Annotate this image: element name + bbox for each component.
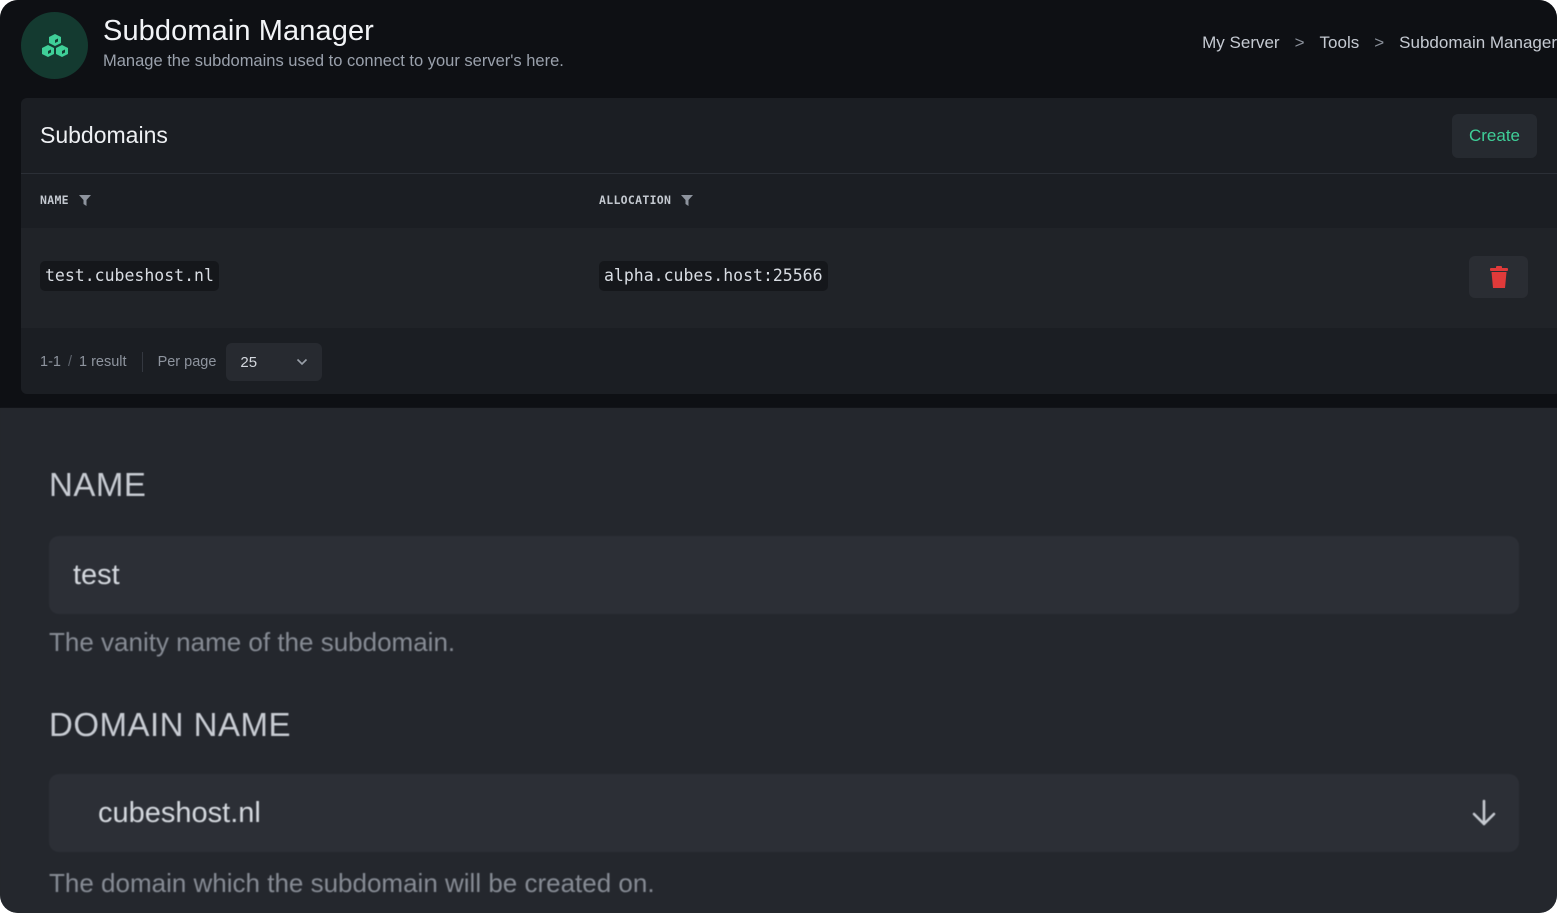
breadcrumb-subdomain-manager: Subdomain Manager [1399,33,1557,52]
app-window: Subdomain Manager Manage the subdomains … [0,0,1557,913]
pagination-total: 1 result [79,354,127,370]
per-page-label: Per page [157,354,217,370]
domain-name-label: DOMAIN NAME [49,706,292,743]
column-header-label: NAME [40,193,69,207]
panel-title: Subdomains [40,122,168,148]
name-label: NAME [49,466,147,503]
domain-select-value: cubeshost.nl [98,796,261,829]
column-header-label: ALLOCATION [599,193,672,207]
breadcrumb-separator: > [1294,33,1305,52]
filter-icon[interactable] [681,194,694,206]
page-subtitle: Manage the subdomains used to connect to… [103,52,564,70]
cubes-icon [21,12,88,79]
delete-button[interactable] [1469,256,1528,298]
filter-icon[interactable] [78,194,91,206]
pagination-range: 1-1 [40,354,61,370]
page-title: Subdomain Manager [103,15,374,47]
pagination-slash: / [67,354,72,370]
top-section: Subdomain Manager Manage the subdomains … [0,0,1557,408]
breadcrumb-tools[interactable]: Tools [1320,33,1360,53]
subdomain-name: test.cubeshost.nl [40,261,219,291]
chevron-down-icon [297,358,308,366]
name-help-text: The vanity name of the subdomain. [49,627,456,657]
domain-help-text: The domain which the subdomain will be c… [49,868,655,898]
column-header-name[interactable]: NAME [40,193,91,207]
name-input[interactable]: test [49,536,1519,614]
per-page-select[interactable]: 25 [226,343,323,381]
breadcrumb-separator: > [1374,33,1385,52]
name-input-value: test [73,558,120,591]
domain-select[interactable]: cubeshost.nl [49,774,1519,852]
create-subdomain-form: NAME test The vanity name of the subdoma… [0,408,1557,913]
subdomains-panel: Subdomains Create NAME ALLOCATION test.c… [21,98,1557,394]
subdomain-allocation: alpha.cubes.host:25566 [599,261,828,291]
create-button[interactable]: Create [1452,114,1537,158]
breadcrumb-my-server[interactable]: My Server [1202,33,1279,53]
divider [141,352,143,372]
table-row: test.cubeshost.nl alpha.cubes.host:25566 [21,228,1557,328]
divider [21,173,1557,174]
breadcrumb: My Server > Tools > Subdomain Manager [1202,33,1557,53]
arrow-down-icon [1472,799,1496,826]
trash-icon [1489,266,1508,288]
pagination: 1-1 / 1 result Per page 25 [40,343,323,381]
per-page-value: 25 [240,353,258,371]
column-header-allocation[interactable]: ALLOCATION [599,193,694,207]
